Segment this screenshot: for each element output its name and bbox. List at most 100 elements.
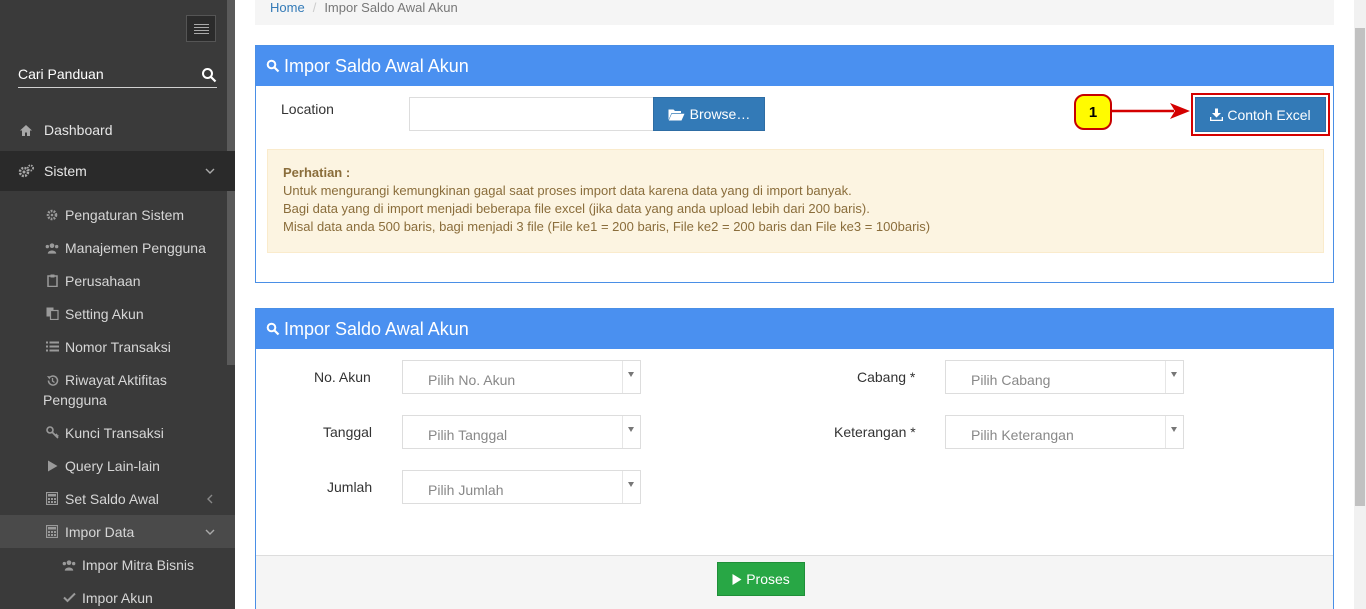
sidebar-item-query-lain-lain[interactable]: Query Lain-lain: [0, 449, 235, 482]
select-placeholder: Pilih Jumlah: [428, 482, 504, 498]
sidebar-item-label: Riwayat Aktifitas: [65, 372, 167, 388]
panel-header: Impor Saldo Awal Akun: [256, 309, 1333, 349]
file-path-input[interactable]: [409, 97, 654, 131]
chevron-left-icon: [207, 494, 213, 503]
sidebar-item-label: Query Lain-lain: [65, 457, 160, 474]
alert-title: Perhatian :: [283, 165, 351, 180]
list-icon: [45, 340, 59, 354]
menu-toggle-button[interactable]: [186, 15, 216, 42]
caret-down-icon: [1165, 416, 1183, 448]
browse-button[interactable]: Browse…: [653, 97, 765, 131]
breadcrumb-current: Impor Saldo Awal Akun: [324, 0, 458, 15]
caret-down-icon: [622, 471, 640, 503]
sidebar-search[interactable]: Cari Panduan: [18, 64, 217, 88]
sidebar-item-pengaturan-sistem[interactable]: Pengaturan Sistem: [0, 198, 235, 231]
tanggal-select[interactable]: Pilih Tanggal: [402, 415, 641, 449]
upload-panel: Impor Saldo Awal Akun Location Browse… 1…: [255, 45, 1334, 283]
no-akun-label: No. Akun: [314, 369, 371, 385]
callout-badge: 1: [1074, 94, 1112, 130]
location-label: Location: [281, 101, 334, 117]
jumlah-select[interactable]: Pilih Jumlah: [402, 470, 641, 504]
panel-title: Impor Saldo Awal Akun: [284, 55, 469, 76]
sidebar-item-nomor-transaksi[interactable]: Nomor Transaksi: [0, 330, 235, 363]
users-icon: [45, 241, 59, 255]
select-placeholder: Pilih Cabang: [971, 372, 1051, 388]
browse-button-label: Browse…: [689, 106, 751, 122]
panel-footer: Proses: [256, 555, 1333, 609]
search-icon[interactable]: [201, 67, 217, 83]
caret-down-icon: [622, 416, 640, 448]
cabang-label: Cabang *: [857, 369, 916, 385]
sidebar-item-label-line2: Pengguna: [43, 392, 107, 408]
jumlah-label: Jumlah: [327, 479, 373, 495]
sidebar-item-impor-akun[interactable]: Impor Akun: [0, 581, 235, 609]
search-icon: [266, 59, 280, 73]
sidebar-item-label: Kunci Transaksi: [65, 424, 164, 441]
sidebar-item-label: Impor Mitra Bisnis: [82, 556, 195, 573]
contoh-excel-button[interactable]: Contoh Excel: [1195, 97, 1326, 132]
search-label: Cari Panduan: [18, 66, 104, 82]
key-icon: [45, 426, 59, 440]
history-icon: [45, 373, 59, 387]
sidebar-item-label: Sistem: [44, 163, 87, 179]
sidebar-item-dashboard[interactable]: Dashboard: [0, 110, 235, 150]
folder-open-icon: [668, 108, 685, 121]
panel-header: Impor Saldo Awal Akun: [256, 46, 1333, 86]
scrollbar-thumb[interactable]: [1355, 28, 1365, 506]
search-icon: [266, 322, 280, 336]
sidebar-item-impor-data[interactable]: Impor Data: [0, 515, 235, 548]
calculator-icon: [45, 525, 59, 539]
alert-line: Untuk mengurangi kemungkinan gagal saat …: [283, 183, 852, 198]
sidebar-item-riwayat-aktifitas[interactable]: Riwayat Aktifitas Pengguna: [0, 364, 235, 414]
chevron-down-icon: [205, 529, 215, 535]
sidebar-item-label: Pengaturan Sistem: [65, 206, 185, 223]
calculator-icon: [45, 492, 59, 506]
sidebar-item-sistem[interactable]: Sistem: [0, 151, 235, 191]
select-placeholder: Pilih Keterangan: [971, 427, 1074, 443]
form-panel: Impor Saldo Awal Akun No. Akun Pilih No.…: [255, 308, 1334, 609]
alert-line: Misal data anda 500 baris, bagi menjadi …: [283, 219, 931, 234]
page-scrollbar[interactable]: [1354, 0, 1366, 609]
keterangan-select[interactable]: Pilih Keterangan: [945, 415, 1184, 449]
caret-down-icon: [1165, 361, 1183, 393]
sidebar-item-label: Manajemen Pengguna: [65, 239, 206, 256]
breadcrumb: Home / Impor Saldo Awal Akun: [255, 0, 1334, 25]
sidebar-item-label: Setting Akun: [65, 305, 144, 322]
callout-arrow: [1112, 103, 1190, 119]
select-placeholder: Pilih No. Akun: [428, 372, 516, 388]
panel-title: Impor Saldo Awal Akun: [284, 318, 469, 339]
sidebar-item-impor-mitra-bisnis[interactable]: Impor Mitra Bisnis: [0, 548, 235, 581]
sidebar-item-perusahaan[interactable]: Perusahaan: [0, 264, 235, 297]
select-placeholder: Pilih Tanggal: [428, 427, 508, 443]
download-icon: [1210, 108, 1224, 121]
home-icon: [18, 122, 34, 138]
breadcrumb-home-link[interactable]: Home: [270, 0, 305, 15]
warning-alert: Perhatian : Untuk mengurangi kemungkinan…: [267, 149, 1324, 253]
sidebar-item-label: Perusahaan: [65, 272, 141, 289]
cabang-select[interactable]: Pilih Cabang: [945, 360, 1184, 394]
contoh-excel-label: Contoh Excel: [1227, 106, 1311, 123]
proses-button[interactable]: Proses: [717, 562, 805, 596]
sidebar-item-setting-akun[interactable]: Setting Akun: [0, 297, 235, 330]
gears-icon: [18, 163, 34, 179]
alert-line: Bagi data yang di import menjadi beberap…: [283, 201, 870, 216]
sidebar-item-set-saldo-awal[interactable]: Set Saldo Awal: [0, 482, 235, 515]
sidebar-item-label: Dashboard: [44, 122, 113, 138]
caret-down-icon: [622, 361, 640, 393]
sidebar-item-manajemen-pengguna[interactable]: Manajemen Pengguna: [0, 231, 235, 264]
sidebar-item-kunci-transaksi[interactable]: Kunci Transaksi: [0, 416, 235, 449]
keterangan-label: Keterangan *: [834, 424, 916, 440]
proses-button-label: Proses: [746, 571, 790, 587]
sidebar-item-label: Set Saldo Awal: [65, 490, 159, 507]
breadcrumb-separator: /: [312, 0, 317, 15]
no-akun-select[interactable]: Pilih No. Akun: [402, 360, 641, 394]
gear-icon: [45, 208, 59, 222]
files-icon: [45, 307, 59, 321]
sidebar-item-label: Impor Akun: [82, 589, 153, 606]
tanggal-label: Tanggal: [323, 424, 373, 440]
users-icon: [62, 558, 76, 572]
sidebar-item-label: Nomor Transaksi: [65, 338, 171, 355]
check-icon: [62, 591, 76, 605]
clipboard-icon: [45, 274, 59, 288]
play-icon: [732, 573, 742, 585]
